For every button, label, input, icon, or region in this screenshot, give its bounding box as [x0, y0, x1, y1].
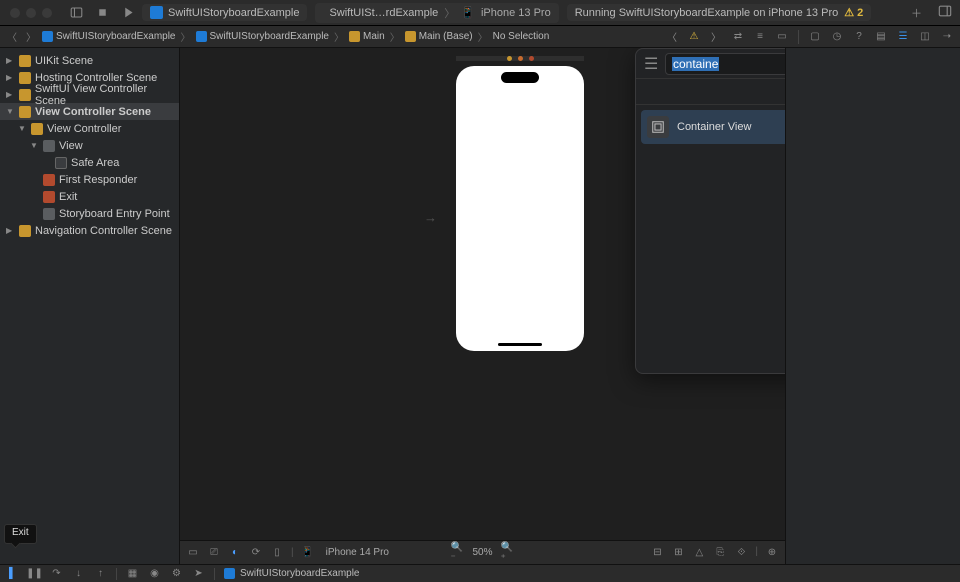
add-tab-icon[interactable]: ＋ — [903, 5, 930, 21]
align-icon[interactable]: ⊟ — [650, 546, 664, 560]
step-out-icon[interactable]: ↑ — [94, 568, 107, 579]
size-inspector-icon[interactable]: ◫ — [916, 29, 934, 45]
step-into-icon[interactable]: ↓ — [72, 568, 85, 579]
debug-target[interactable]: SwiftUIStoryboardExample — [224, 568, 360, 579]
scene-dock[interactable] — [456, 56, 584, 61]
nav-back-icon[interactable]: 〈 — [4, 29, 20, 44]
embed-icon[interactable]: ⎘ — [713, 546, 727, 560]
outline-view[interactable]: ▼View — [0, 137, 179, 154]
device-frame[interactable] — [456, 66, 584, 351]
outline-exit[interactable]: Exit — [0, 188, 179, 205]
canvas-device-label[interactable]: iPhone 14 Pro — [326, 547, 389, 558]
crumb-base[interactable]: Main (Base)〉 — [405, 29, 490, 44]
orientation-icon[interactable]: ⟳ — [249, 546, 263, 560]
library-item-label: Container View — [677, 121, 751, 133]
library-toggle-icon[interactable] — [930, 4, 960, 21]
pause-icon[interactable]: ❚❚ — [28, 568, 41, 579]
inspector-panel[interactable] — [785, 48, 960, 564]
titlebar: SwiftUIStoryboardExample SwiftUISt…rdExa… — [0, 0, 960, 26]
update-frames-icon[interactable]: ⟐ — [734, 546, 748, 560]
project-icon — [150, 6, 163, 19]
library-tabs: ◻ 🖼 🎨 ✦ — [636, 79, 785, 105]
history-inspector-icon[interactable]: ◷ — [828, 29, 846, 45]
crumb-storyboard[interactable]: Main〉 — [349, 29, 402, 44]
resolve-icon[interactable]: △ — [692, 546, 706, 560]
add-editor-icon[interactable]: ▭ — [773, 29, 791, 45]
exit-tooltip: Exit — [4, 524, 37, 544]
window-traffic-lights[interactable] — [0, 8, 62, 18]
library-filter-icon[interactable]: ☰ — [644, 54, 659, 74]
issues-forward-icon[interactable]: 〉 — [707, 29, 725, 45]
home-indicator — [498, 343, 542, 346]
adjust-editor-icon[interactable]: ⇄ — [729, 29, 747, 45]
step-over-icon[interactable]: ↷ — [50, 568, 63, 579]
canvas-library-icon[interactable]: ⊕ — [765, 546, 779, 560]
object-library-popover: ☰ containe ⓧ ▦ ▭ ◻ 🖼 🎨 ✦ Container Vi — [635, 48, 785, 374]
debug-bar: ▌ ❚❚ ↷ ↓ ↑ ▦ ◉ ⚙ ➤ SwiftUIStoryboardExam… — [0, 564, 960, 582]
file-inspector-icon[interactable]: ▢ — [806, 29, 824, 45]
device-name: iPhone 13 Pro — [481, 7, 551, 19]
container-view-icon — [647, 116, 669, 138]
sidebar-toggle-icon[interactable] — [68, 6, 84, 19]
zoom-value[interactable]: 50% — [472, 547, 492, 558]
jump-bar: 〈 〉 SwiftUIStoryboardExample〉 SwiftUISto… — [0, 26, 960, 48]
crumb-group[interactable]: SwiftUIStoryboardExample〉 — [196, 29, 347, 44]
main-area: ▶UIKit Scene ▶Hosting Controller Scene ▶… — [0, 48, 960, 564]
attributes-inspector-icon[interactable]: ☰ — [894, 29, 912, 45]
library-results-list[interactable]: Container View — [636, 105, 785, 373]
scene-row[interactable]: ▶Navigation Controller Scene — [0, 222, 179, 239]
location-icon[interactable]: ➤ — [192, 568, 205, 579]
status-text: Running SwiftUIStoryboardExample on iPho… — [575, 7, 839, 19]
scene-row[interactable]: ▶UIKit Scene — [0, 52, 179, 69]
view-debug-icon[interactable]: ▦ — [126, 568, 139, 579]
memory-graph-icon[interactable]: ◉ — [148, 568, 161, 579]
library-search-input[interactable]: containe — [665, 53, 785, 75]
pin-icon[interactable]: ⊞ — [671, 546, 685, 560]
zoom-out-icon[interactable]: 🔍⁻ — [450, 546, 464, 560]
scene-row[interactable]: ▶SwiftUI View Controller Scene — [0, 86, 179, 103]
entry-arrow-icon[interactable]: → — [424, 210, 437, 225]
crumb-selection[interactable]: No Selection — [493, 31, 550, 42]
outline-view-controller[interactable]: ▼View Controller — [0, 120, 179, 137]
connections-inspector-icon[interactable]: ➝ — [938, 29, 956, 45]
canvas-bottom-bar: ▭ ⎚ ◐ ⟳ ▯ | 📱 iPhone 14 Pro 🔍⁻ 50% 🔍⁺ ⊟ … — [180, 540, 785, 564]
identity-inspector-icon[interactable]: ▤ — [872, 29, 890, 45]
issues-back-icon[interactable]: 〈 — [663, 29, 681, 45]
trait-variations-icon[interactable]: ⎚ — [207, 546, 221, 560]
nav-forward-icon[interactable]: 〉 — [23, 29, 39, 44]
library-item[interactable]: Container View — [641, 110, 785, 144]
dynamic-island — [501, 72, 539, 83]
outline-first-responder[interactable]: First Responder — [0, 171, 179, 188]
warning-badge[interactable]: ⚠ 2 — [844, 6, 863, 19]
breakpoints-icon[interactable]: ▌ — [6, 568, 19, 579]
device-icon[interactable]: 📱 — [301, 546, 315, 560]
scheme-name: SwiftUISt…rdExample — [329, 7, 438, 19]
project-name: SwiftUIStoryboardExample — [168, 7, 299, 19]
editor-options-icon[interactable]: ≡ — [751, 29, 769, 45]
outline-toggle-icon[interactable]: ▭ — [186, 546, 200, 560]
run-destination[interactable]: SwiftUISt…rdExample 〉 📱 iPhone 13 Pro — [315, 3, 558, 23]
zoom-in-icon[interactable]: 🔍⁺ — [501, 546, 515, 560]
activity-status[interactable]: Running SwiftUIStoryboardExample on iPho… — [567, 4, 872, 21]
document-outline[interactable]: ▶UIKit Scene ▶Hosting Controller Scene ▶… — [0, 48, 180, 564]
run-icon[interactable] — [120, 6, 136, 19]
environment-icon[interactable]: ⚙ — [170, 568, 183, 579]
issue-warning-icon[interactable]: ⚠ — [685, 29, 703, 45]
stop-icon[interactable] — [94, 6, 110, 19]
project-icon — [224, 568, 235, 579]
crumb-project[interactable]: SwiftUIStoryboardExample〉 — [42, 29, 193, 44]
appearance-icon[interactable]: ◐ — [228, 546, 242, 560]
help-inspector-icon[interactable]: ? — [850, 29, 868, 45]
scheme-selector[interactable]: SwiftUIStoryboardExample — [142, 4, 307, 21]
device-settings-icon[interactable]: ▯ — [270, 546, 284, 560]
outline-entry-point[interactable]: Storyboard Entry Point — [0, 205, 179, 222]
storyboard-canvas[interactable]: → ☰ containe ⓧ ▦ ▭ ◻ 🖼 🎨 ✦ — [180, 48, 785, 564]
outline-safe-area[interactable]: Safe Area — [0, 154, 179, 171]
